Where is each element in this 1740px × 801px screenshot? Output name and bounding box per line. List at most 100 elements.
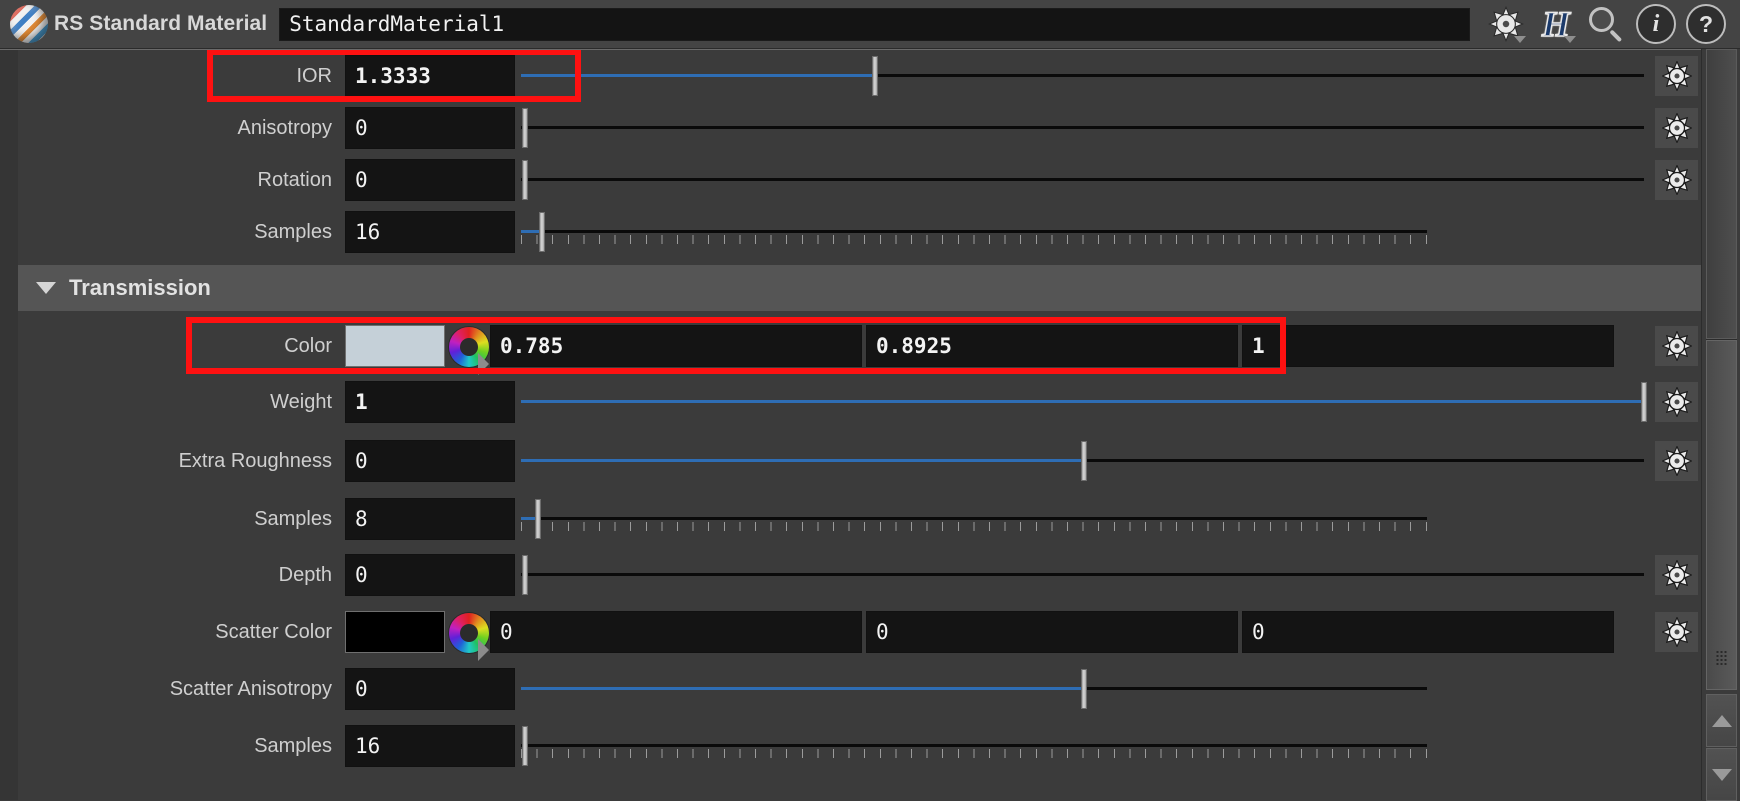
slider-handle[interactable] [522, 108, 529, 148]
color-channel-b-input[interactable]: 0 [1242, 611, 1614, 653]
search-icon[interactable] [1584, 3, 1628, 45]
gear-icon[interactable] [1655, 441, 1698, 481]
param-value-input[interactable]: 1.3333 [345, 55, 515, 97]
gear-icon[interactable] [1655, 160, 1698, 200]
section-title: Transmission [69, 275, 211, 300]
scrollbar-thumb[interactable] [1706, 340, 1737, 690]
gear-icon[interactable] [1655, 326, 1698, 366]
gear-icon[interactable] [1655, 382, 1698, 422]
param-slider[interactable] [521, 720, 1652, 772]
slider-track [521, 230, 1427, 233]
color-swatch[interactable] [345, 325, 445, 367]
slider-track [521, 178, 1644, 181]
gear-icon[interactable] [1655, 56, 1698, 96]
color-channel-g-input[interactable]: 0.8925 [866, 325, 1238, 367]
slider-handle[interactable] [539, 212, 546, 252]
gear-icon[interactable] [1655, 108, 1698, 148]
color-channel-g-input[interactable]: 0 [866, 611, 1238, 653]
color-channel-r-input[interactable]: 0.785 [490, 325, 862, 367]
color-channel-b-input[interactable]: 1 [1242, 325, 1614, 367]
param-value-input[interactable]: 0 [345, 554, 515, 596]
color-wheel-arrow-icon[interactable] [478, 639, 489, 661]
param-slider[interactable] [521, 206, 1652, 258]
magnifier-glyph [1589, 7, 1623, 42]
slider-handle[interactable] [522, 160, 529, 200]
slider-fill [521, 687, 1081, 690]
gear-icon[interactable] [1484, 3, 1528, 45]
param-gear-cell [1652, 549, 1701, 601]
slider-handle[interactable] [871, 56, 878, 96]
gear-icon[interactable] [1655, 612, 1698, 652]
param-row-samples-scatter: Samples 16 [18, 720, 1701, 772]
slider-ticks [521, 522, 1427, 531]
param-value-input[interactable]: 0 [345, 668, 515, 710]
param-row-samples-transmission: Samples 8 [18, 493, 1701, 545]
param-gear-cell [1652, 606, 1701, 658]
slider-handle[interactable] [522, 555, 529, 595]
scrollbar-thumb-upper[interactable] [1706, 49, 1737, 339]
param-gear-cell [1652, 154, 1701, 206]
slider-handle[interactable] [1080, 669, 1087, 709]
param-value-input[interactable]: 8 [345, 498, 515, 540]
gear-icon[interactable] [1655, 555, 1698, 595]
houdini-parameter-panel: RS Standard Material StandardMaterial1 H… [0, 0, 1740, 801]
slider-fill [521, 517, 535, 520]
vertical-scrollbar[interactable] [1701, 49, 1740, 801]
gear-glyph [1661, 560, 1692, 590]
param-row-transmission-color: Color 0.785 0.8925 1 [18, 320, 1701, 375]
slider-handle[interactable] [1640, 382, 1647, 422]
param-gear-cell [1652, 720, 1701, 772]
node-titlebar: RS Standard Material StandardMaterial1 H… [0, 0, 1740, 49]
param-slider[interactable] [521, 102, 1652, 154]
param-slider[interactable] [521, 493, 1652, 545]
slider-ticks [521, 749, 1427, 758]
param-value-input[interactable]: 1 [345, 381, 515, 423]
slider-ticks [521, 235, 1427, 244]
houdini-icon[interactable]: H [1534, 3, 1578, 45]
scroll-down-button[interactable] [1706, 748, 1737, 801]
param-label: Samples [254, 734, 332, 757]
titlebar-icon-group: H i ? [1484, 3, 1728, 45]
node-name-input[interactable]: StandardMaterial1 [279, 7, 1470, 41]
param-slider[interactable] [521, 154, 1652, 206]
param-gear-cell [1652, 50, 1701, 102]
param-value-input[interactable]: 0 [345, 107, 515, 149]
slider-handle[interactable] [522, 726, 529, 766]
param-slider[interactable] [521, 549, 1652, 601]
param-value-input[interactable]: 16 [345, 211, 515, 253]
chevron-down-icon[interactable] [1564, 36, 1576, 43]
material-sphere-icon [10, 5, 48, 43]
param-slider[interactable] [521, 50, 1652, 102]
param-value-input[interactable]: 0 [345, 440, 515, 482]
gear-glyph [1661, 113, 1692, 143]
param-row-rotation: Rotation 0 [18, 154, 1701, 206]
color-wheel-icon[interactable] [445, 320, 490, 375]
slider-track [521, 573, 1644, 576]
color-swatch[interactable] [345, 611, 445, 653]
info-icon[interactable]: i [1634, 3, 1678, 45]
param-row-weight: Weight 1 [18, 376, 1701, 428]
color-wheel-icon[interactable] [445, 606, 490, 661]
color-channel-r-input[interactable]: 0 [490, 611, 862, 653]
scroll-up-button[interactable] [1706, 694, 1737, 747]
param-label: Scatter Anisotropy [169, 677, 332, 700]
slider-handle[interactable] [534, 499, 541, 539]
param-gear-cell [1652, 435, 1701, 487]
param-gear-cell [1652, 376, 1701, 428]
param-gear-cell [1652, 493, 1701, 545]
chevron-down-icon[interactable] [1514, 36, 1526, 43]
param-gear-cell [1652, 320, 1701, 372]
slider-track [521, 517, 1427, 520]
param-value-input[interactable]: 0 [345, 159, 515, 201]
param-row-anisotropy: Anisotropy 0 [18, 102, 1701, 154]
color-wheel-arrow-icon[interactable] [478, 353, 489, 375]
param-value-input[interactable]: 16 [345, 725, 515, 767]
param-slider[interactable] [521, 663, 1652, 715]
triangle-down-icon[interactable] [36, 282, 56, 294]
param-slider[interactable] [521, 435, 1652, 487]
section-header-transmission[interactable]: Transmission [18, 265, 1701, 311]
help-icon[interactable]: ? [1684, 3, 1728, 45]
slider-handle[interactable] [1080, 441, 1087, 481]
param-slider[interactable] [521, 376, 1652, 428]
param-label: Samples [254, 220, 332, 243]
